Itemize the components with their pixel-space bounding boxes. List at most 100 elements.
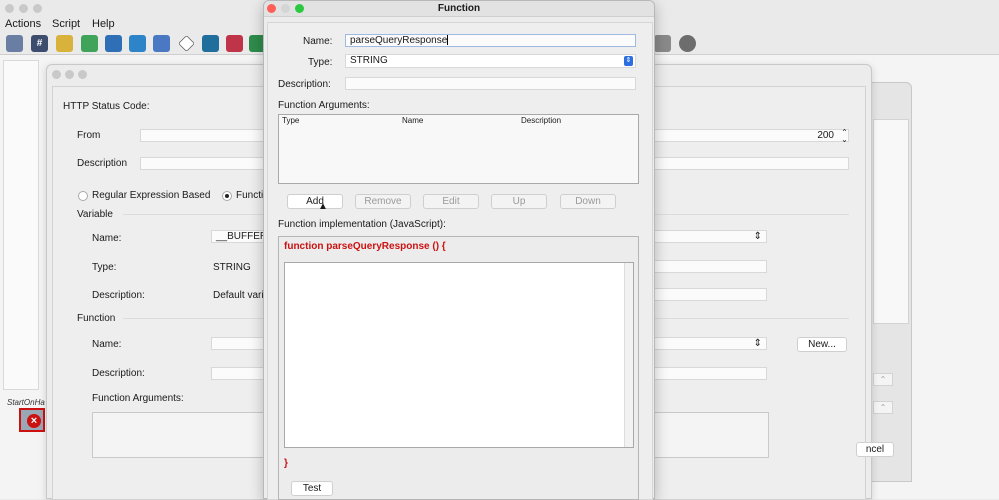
- function-description-input[interactable]: [345, 77, 636, 90]
- fn-args-label: Function Arguments:: [92, 393, 184, 404]
- var-type-value: STRING: [213, 262, 251, 273]
- var-desc-value: Default vari: [213, 290, 264, 301]
- function-dialog-title: Function: [264, 1, 654, 17]
- code-editor[interactable]: [284, 262, 634, 448]
- function-name-value: parseQueryResponse: [350, 35, 448, 46]
- radio-function-label: Functi: [236, 190, 264, 201]
- background-panel: [873, 119, 909, 324]
- fn-args-table[interactable]: [92, 412, 264, 458]
- checklist-icon[interactable]: [226, 35, 243, 52]
- var-name-value: __BUFFER_: [216, 231, 264, 242]
- calculator-icon[interactable]: [153, 35, 170, 52]
- var-name-select[interactable]: ⇕: [653, 230, 767, 243]
- zoom-light[interactable]: [78, 70, 87, 79]
- code-footer: }: [284, 458, 288, 469]
- edit-argument-button[interactable]: Edit: [423, 194, 479, 209]
- fn-dialog-name-label: Name:: [303, 36, 333, 47]
- code-header: function parseQueryResponse () {: [284, 241, 446, 252]
- divider: [653, 318, 849, 319]
- up-argument-button[interactable]: Up: [491, 194, 547, 209]
- minimize-light[interactable]: [65, 70, 74, 79]
- zoom-light[interactable]: [295, 4, 304, 13]
- fn-name-select[interactable]: ⇕: [653, 337, 767, 350]
- fn-desc-field-left[interactable]: [211, 367, 265, 380]
- stepper-icon[interactable]: ⌃ ⌄: [840, 129, 849, 144]
- from-field[interactable]: [140, 129, 265, 142]
- fn-dialog-args-label: Function Arguments:: [278, 100, 370, 111]
- close-light[interactable]: [52, 70, 61, 79]
- check-pencil-icon[interactable]: [81, 35, 98, 52]
- minimize-light[interactable]: [281, 4, 290, 13]
- close-light[interactable]: [267, 4, 276, 13]
- code-panel: function parseQueryResponse () { } Test: [278, 236, 639, 500]
- divider: [123, 318, 263, 319]
- cross-tools-icon[interactable]: [105, 35, 122, 52]
- from-code-field[interactable]: 200: [653, 129, 849, 142]
- function-type-value: STRING: [350, 55, 388, 66]
- start-node-icon[interactable]: ×: [19, 408, 45, 432]
- chevron-updown-icon: ⇕: [624, 56, 633, 66]
- function-panel: Name: parseQueryResponse Type: STRING ⇕ …: [267, 22, 653, 500]
- description-label: Description: [77, 158, 128, 169]
- radio-function[interactable]: [222, 191, 232, 201]
- menu-script[interactable]: Script: [52, 18, 80, 30]
- function-implementation-label: Function implementation (JavaScript):: [278, 219, 446, 230]
- test-button[interactable]: Test: [291, 481, 333, 496]
- add-argument-button[interactable]: Add: [287, 194, 343, 209]
- new-function-button[interactable]: New...: [797, 337, 847, 352]
- fn-args-table-right[interactable]: [653, 412, 769, 458]
- pencil-icon[interactable]: [56, 35, 73, 52]
- zoom-light[interactable]: [33, 4, 42, 13]
- function-section-label: Function: [77, 313, 116, 324]
- var-desc-label: Description:: [92, 290, 145, 301]
- canvas-node-label: StartOnHa: [7, 398, 45, 407]
- down-argument-button[interactable]: Down: [560, 194, 616, 209]
- menu-help[interactable]: Help: [92, 18, 115, 30]
- shuffle-icon[interactable]: [129, 35, 146, 52]
- function-type-select[interactable]: STRING ⇕: [345, 54, 636, 68]
- stepper-icon[interactable]: ⌃: [873, 401, 893, 414]
- function-name-input[interactable]: parseQueryResponse: [345, 34, 636, 47]
- var-name-field[interactable]: __BUFFER_: [211, 230, 265, 243]
- minimize-light[interactable]: [19, 4, 28, 13]
- text-caret: [447, 35, 449, 46]
- variable-section-label: Variable: [77, 209, 113, 220]
- radio-regex[interactable]: [78, 191, 88, 201]
- close-light[interactable]: [5, 4, 14, 13]
- error-badge-icon: ×: [27, 414, 41, 428]
- diamond-icon[interactable]: [178, 35, 195, 52]
- description-field[interactable]: [140, 157, 265, 170]
- var-type-field[interactable]: [653, 260, 767, 273]
- cancel-button[interactable]: ncel: [856, 442, 894, 457]
- hash-script-icon[interactable]: #: [31, 35, 48, 52]
- var-desc-field[interactable]: [653, 288, 767, 301]
- fn-name-select-left[interactable]: [211, 337, 265, 350]
- http-status-heading: HTTP Status Code:: [63, 101, 150, 112]
- var-name-label: Name:: [92, 233, 122, 244]
- function-arguments-table[interactable]: Type Name Description: [278, 114, 639, 184]
- divider: [123, 214, 263, 215]
- fn-desc-field[interactable]: [653, 367, 767, 380]
- stepper-icon[interactable]: ⌃: [873, 373, 893, 386]
- chevron-updown-icon: ⇕: [753, 231, 762, 242]
- user-download-icon[interactable]: [202, 35, 219, 52]
- mouse-pointer-icon: ▲: [318, 201, 328, 212]
- radio-regex-label: Regular Expression Based: [92, 190, 211, 201]
- function-dialog: Function Name: parseQueryResponse Type: …: [263, 0, 655, 500]
- fn-desc-label: Description:: [92, 368, 145, 379]
- gear-icon[interactable]: [679, 35, 696, 52]
- args-column-name: Name: [402, 116, 424, 125]
- from-label: From: [77, 130, 101, 141]
- monitor-icon[interactable]: [6, 35, 23, 52]
- status-dialog-lights: [47, 65, 107, 83]
- menu-actions[interactable]: Actions: [5, 18, 41, 30]
- code-editor-scrollbar[interactable]: [624, 263, 633, 447]
- palette-strip: [3, 60, 39, 390]
- remove-argument-button[interactable]: Remove: [355, 194, 411, 209]
- var-type-label: Type:: [92, 262, 117, 273]
- args-column-type: Type: [282, 116, 300, 125]
- divider: [653, 214, 849, 215]
- description-field-right[interactable]: [653, 157, 849, 170]
- fn-dialog-type-label: Type:: [308, 57, 333, 68]
- camera-icon[interactable]: [654, 35, 671, 52]
